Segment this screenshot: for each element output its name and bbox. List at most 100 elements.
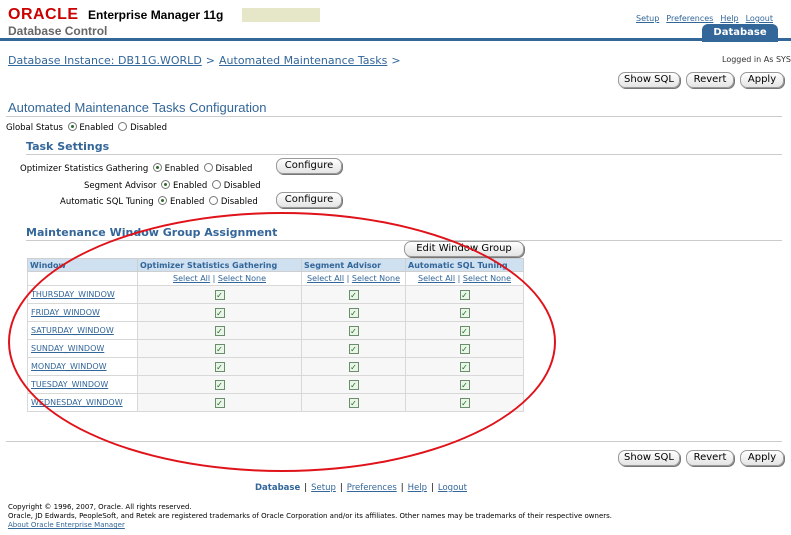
table-row: FRIDAY_WINDOW ✓ ✓ ✓ bbox=[27, 303, 524, 322]
copyright-text: Copyright © 1996, 2007, Oracle. All righ… bbox=[8, 503, 192, 511]
window-link[interactable]: MONDAY_WINDOW bbox=[31, 362, 107, 371]
apply-button[interactable]: Apply bbox=[740, 72, 784, 88]
optimizer-checkbox[interactable]: ✓ bbox=[214, 379, 225, 390]
segment-disabled-radio[interactable] bbox=[212, 180, 221, 189]
global-status-disabled-radio[interactable] bbox=[118, 122, 128, 131]
global-status-enabled-label: Enabled bbox=[79, 123, 114, 133]
segment-advisor-checkbox[interactable]: ✓ bbox=[348, 379, 359, 390]
segment-advisor-checkbox[interactable]: ✓ bbox=[348, 325, 359, 336]
column-header-window: Window bbox=[27, 258, 138, 272]
segment-enabled-label: Enabled bbox=[172, 181, 208, 191]
window-group-divider bbox=[26, 240, 782, 241]
segment-advisor-checkbox[interactable]: ✓ bbox=[348, 307, 359, 318]
window-link[interactable]: SATURDAY_WINDOW bbox=[31, 326, 114, 335]
optimizer-disabled-label: Disabled bbox=[215, 164, 253, 174]
segment-advisor-checkbox[interactable]: ✓ bbox=[348, 343, 359, 354]
footer-link-help[interactable]: Help bbox=[408, 483, 427, 493]
optimizer-select-all[interactable]: Select All bbox=[173, 274, 210, 283]
sql-tuning-checkbox[interactable]: ✓ bbox=[459, 343, 470, 354]
breadcrumb-maintenance-tasks[interactable]: Automated Maintenance Tasks bbox=[219, 54, 387, 67]
sql-tuning-checkbox[interactable]: ✓ bbox=[459, 307, 470, 318]
sql-tuning-enabled-label: Enabled bbox=[170, 197, 205, 207]
configure-optimizer-button[interactable]: Configure bbox=[276, 158, 342, 174]
header-bar bbox=[0, 38, 791, 41]
sql-tuning-select-none[interactable]: Select None bbox=[463, 274, 511, 283]
table-row: WEDNESDAY_WINDOW ✓ ✓ ✓ bbox=[27, 393, 524, 412]
segment-select-all[interactable]: Select All bbox=[307, 274, 344, 283]
optimizer-checkbox[interactable]: ✓ bbox=[214, 307, 225, 318]
table-row: SATURDAY_WINDOW ✓ ✓ ✓ bbox=[27, 321, 524, 340]
revert-button-bottom[interactable]: Revert bbox=[686, 450, 734, 466]
optimizer-select-links: Select All | Select None bbox=[137, 271, 302, 286]
select-links-row: Select All | Select None Select All | Se… bbox=[27, 271, 524, 286]
segment-disabled-label: Disabled bbox=[223, 181, 261, 191]
sql-tuning-select-all[interactable]: Select All bbox=[418, 274, 455, 283]
product-subtitle: Database Control bbox=[8, 24, 108, 38]
window-link[interactable]: THURSDAY_WINDOW bbox=[31, 290, 115, 299]
sql-tuning-checkbox[interactable]: ✓ bbox=[459, 361, 470, 372]
window-link[interactable]: FRIDAY_WINDOW bbox=[31, 308, 100, 317]
configure-sql-tuning-button[interactable]: Configure bbox=[276, 192, 342, 208]
breadcrumb: Database Instance: DB11G.WORLD > Automated… bbox=[8, 54, 405, 67]
window-link[interactable]: TUESDAY_WINDOW bbox=[31, 380, 108, 389]
global-link-help[interactable]: Help bbox=[720, 14, 738, 23]
segment-select-links: Select All | Select None bbox=[301, 271, 406, 286]
global-status-label: Global Status bbox=[6, 123, 63, 133]
table-row: THURSDAY_WINDOW ✓ ✓ ✓ bbox=[27, 285, 524, 304]
sql-tuning-disabled-radio[interactable] bbox=[209, 196, 219, 205]
breadcrumb-database-instance[interactable]: Database Instance: DB11G.WORLD bbox=[8, 54, 202, 67]
task-row-optimizer: Optimizer Statistics Gathering Enabled D… bbox=[20, 163, 252, 174]
global-link-setup[interactable]: Setup bbox=[636, 14, 659, 23]
task-row-sql-tuning: Automatic SQL Tuning Enabled Disabled bbox=[60, 196, 258, 207]
task-settings-divider bbox=[26, 154, 782, 155]
global-status-enabled-radio[interactable] bbox=[67, 122, 77, 131]
oracle-logo: ORACLE bbox=[8, 6, 79, 23]
apply-button-bottom[interactable]: Apply bbox=[740, 450, 784, 466]
segment-select-none[interactable]: Select None bbox=[352, 274, 400, 283]
footer-link-preferences[interactable]: Preferences bbox=[347, 483, 397, 493]
global-link-preferences[interactable]: Preferences bbox=[666, 14, 713, 23]
optimizer-checkbox[interactable]: ✓ bbox=[214, 325, 225, 336]
revert-button[interactable]: Revert bbox=[686, 72, 734, 88]
sql-tuning-checkbox[interactable]: ✓ bbox=[459, 325, 470, 336]
breadcrumb-separator: > bbox=[205, 54, 216, 67]
edit-window-group-button[interactable]: Edit Window Group bbox=[404, 241, 524, 257]
optimizer-checkbox[interactable]: ✓ bbox=[214, 343, 225, 354]
footer-link-database[interactable]: Database bbox=[255, 483, 300, 493]
segment-advisor-checkbox[interactable]: ✓ bbox=[348, 289, 359, 300]
global-link-logout[interactable]: Logout bbox=[746, 14, 773, 23]
column-header-segment-advisor: Segment Advisor bbox=[301, 258, 406, 272]
optimizer-checkbox[interactable]: ✓ bbox=[214, 397, 225, 408]
sql-tuning-checkbox[interactable]: ✓ bbox=[459, 289, 470, 300]
optimizer-select-none[interactable]: Select None bbox=[218, 274, 266, 283]
task-label-sql-tuning: Automatic SQL Tuning bbox=[60, 197, 154, 207]
window-link[interactable]: SUNDAY_WINDOW bbox=[31, 344, 104, 353]
segment-advisor-checkbox[interactable]: ✓ bbox=[348, 361, 359, 372]
task-label-segment-advisor: Segment Advisor bbox=[84, 181, 157, 191]
about-link[interactable]: About Oracle Enterprise Manager bbox=[8, 521, 612, 530]
show-sql-button-bottom[interactable]: Show SQL bbox=[618, 450, 680, 466]
show-sql-button[interactable]: Show SQL bbox=[618, 72, 680, 88]
optimizer-checkbox[interactable]: ✓ bbox=[214, 289, 225, 300]
bottom-divider bbox=[6, 441, 782, 442]
table-row: MONDAY_WINDOW ✓ ✓ ✓ bbox=[27, 357, 524, 376]
product-name: Enterprise Manager 11g bbox=[88, 8, 224, 22]
copyright-block: Copyright © 1996, 2007, Oracle. All righ… bbox=[8, 503, 612, 530]
sql-tuning-checkbox[interactable]: ✓ bbox=[459, 397, 470, 408]
optimizer-enabled-radio[interactable] bbox=[152, 163, 162, 172]
sql-tuning-disabled-label: Disabled bbox=[220, 197, 258, 207]
segment-advisor-checkbox[interactable]: ✓ bbox=[348, 397, 359, 408]
segment-enabled-radio[interactable] bbox=[161, 180, 171, 189]
window-link[interactable]: WEDNESDAY_WINDOW bbox=[31, 398, 123, 407]
sql-tuning-checkbox[interactable]: ✓ bbox=[459, 379, 470, 390]
window-group-heading: Maintenance Window Group Assignment bbox=[26, 226, 278, 239]
optimizer-checkbox[interactable]: ✓ bbox=[214, 361, 225, 372]
column-header-sql-tuning: Automatic SQL Tuning bbox=[405, 258, 524, 272]
window-assignment-table: Window Optimizer Statistics Gathering Se… bbox=[27, 258, 524, 412]
trademark-text: Oracle, JD Edwards, PeopleSoft, and Rete… bbox=[8, 512, 613, 520]
footer-link-logout[interactable]: Logout bbox=[438, 483, 467, 493]
task-label-optimizer: Optimizer Statistics Gathering bbox=[20, 164, 149, 174]
sql-tuning-enabled-radio[interactable] bbox=[158, 196, 168, 205]
optimizer-disabled-radio[interactable] bbox=[203, 163, 213, 172]
footer-link-setup[interactable]: Setup bbox=[311, 483, 336, 493]
